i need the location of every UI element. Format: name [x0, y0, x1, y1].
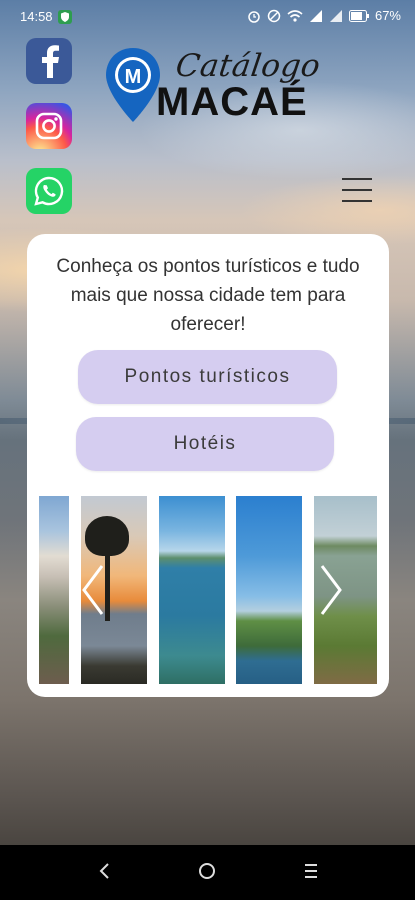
carousel-prev-icon[interactable] — [78, 562, 108, 618]
intro-card: Conheça os pontos turísticos e tudo mais… — [27, 234, 389, 697]
status-time: 14:58 — [20, 9, 53, 24]
facebook-button[interactable] — [26, 38, 72, 84]
home-icon[interactable] — [199, 863, 215, 879]
status-bar: 14:58 67% — [0, 0, 415, 34]
menu-line — [342, 189, 372, 191]
carousel-next-icon[interactable] — [316, 562, 346, 618]
instagram-icon — [35, 112, 63, 140]
carousel-slide-beach-city[interactable] — [39, 496, 69, 684]
battery-percent: 67% — [374, 8, 401, 23]
logo-title: Catálogo — [173, 48, 323, 84]
instagram-button[interactable] — [26, 103, 72, 149]
carousel-slide-coast-island[interactable] — [236, 496, 302, 684]
signal-icon-2 — [329, 9, 342, 22]
map-pin-icon: M — [106, 48, 160, 122]
wifi-icon — [287, 9, 303, 22]
carousel-slide-seaside[interactable] — [159, 496, 225, 684]
logo-city: MACAÉ — [156, 80, 308, 124]
recents-icon[interactable] — [305, 864, 317, 878]
app-logo: M Catálogo MACAÉ — [104, 46, 324, 126]
photo-carousel[interactable] — [39, 496, 377, 684]
whatsapp-button[interactable] — [26, 168, 72, 214]
intro-text: Conheça os pontos turísticos e tudo mais… — [56, 256, 360, 335]
signal-icon — [309, 9, 322, 22]
battery-icon — [348, 9, 369, 22]
menu-line — [342, 200, 372, 202]
facebook-icon — [42, 45, 59, 78]
shield-icon — [58, 10, 72, 24]
menu-button[interactable] — [340, 174, 374, 206]
svg-text:M: M — [125, 66, 142, 88]
menu-line — [342, 178, 372, 180]
no-disturb-icon — [267, 9, 281, 22]
tourist-spots-button[interactable]: Pontos turísticos — [78, 350, 337, 404]
tree-silhouette — [85, 516, 129, 556]
system-nav-bar — [0, 845, 415, 900]
hotels-button[interactable]: Hotéis — [76, 417, 334, 471]
whatsapp-icon — [34, 176, 64, 206]
status-icons: 67% — [247, 8, 401, 23]
back-icon[interactable] — [95, 861, 115, 881]
alarm-icon — [248, 10, 260, 23]
